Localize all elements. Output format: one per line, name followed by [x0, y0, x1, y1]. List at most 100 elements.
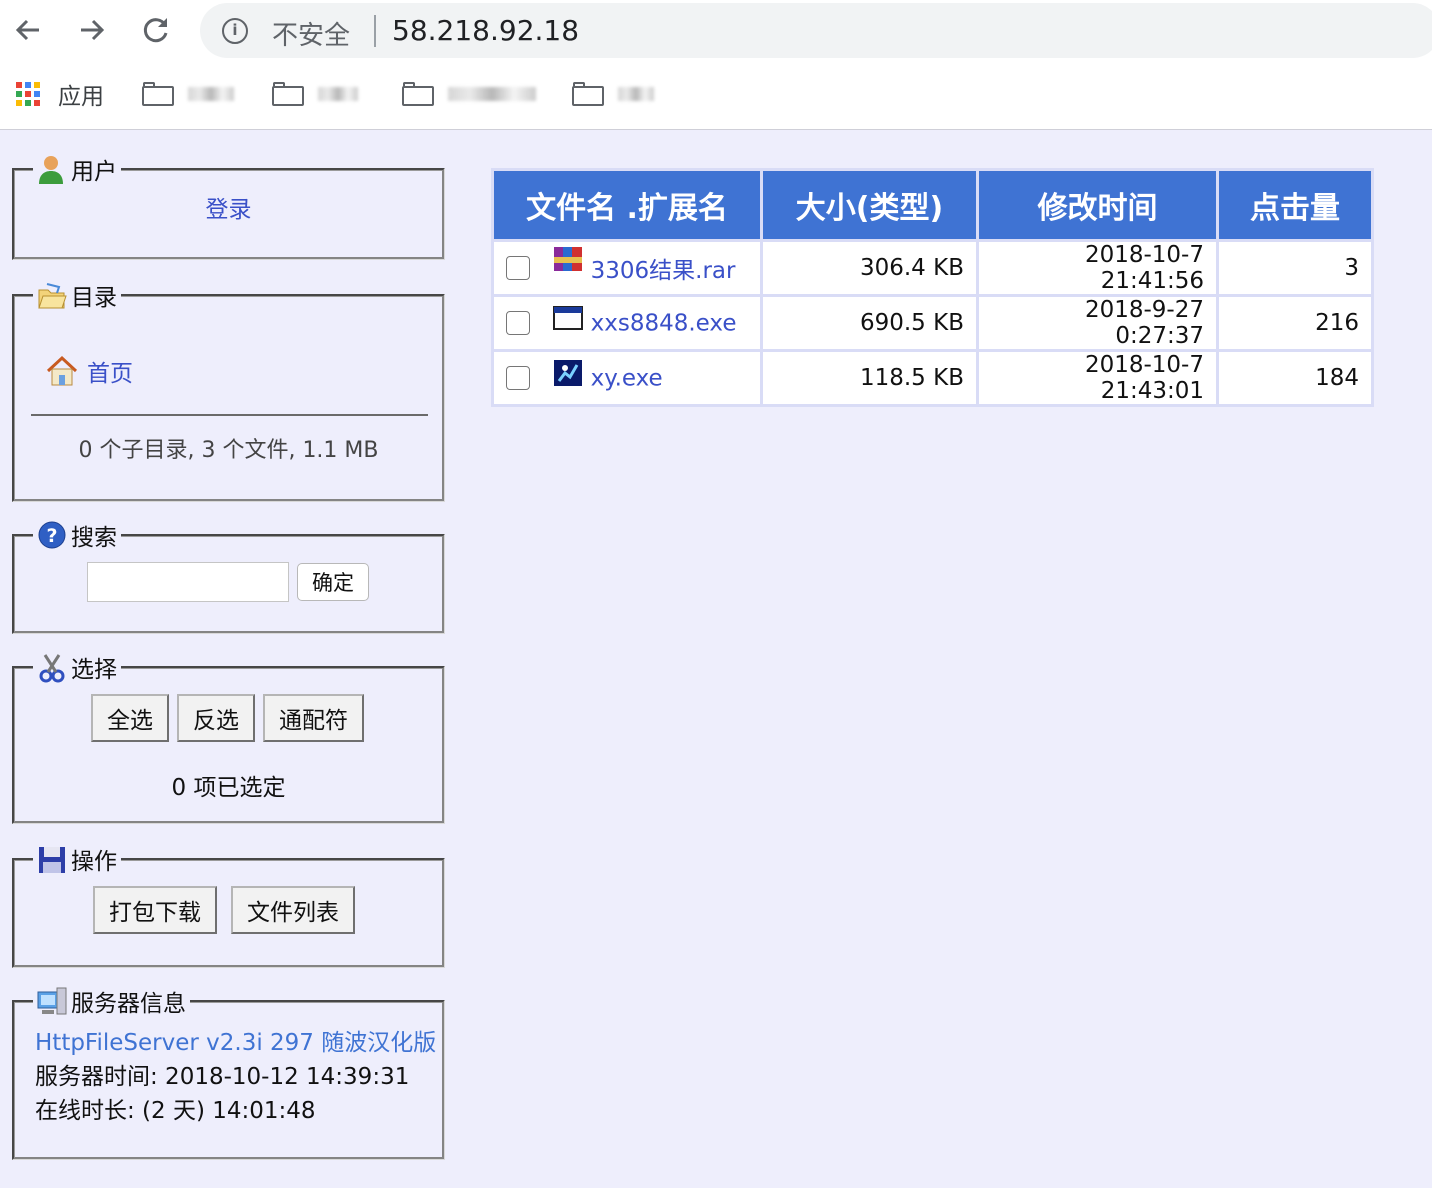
- bookmark-folder-label-redacted: [188, 87, 234, 101]
- server-uptime: 在线时长: (2 天) 14:01:48: [35, 1098, 316, 1124]
- directory-panel-label: 目录: [71, 285, 117, 311]
- file-table: 文件名 .扩展名 大小(类型) 修改时间 点击量 3306结果.rar 306.…: [491, 168, 1374, 407]
- file-size: 306.4 KB: [763, 242, 976, 294]
- bookmark-folder-label-redacted: [318, 87, 358, 101]
- bookmark-folder-label-redacted: [618, 87, 654, 101]
- apps-grid-icon: [16, 82, 40, 106]
- exe-window-icon: [553, 305, 584, 330]
- address-bar[interactable]: i 不安全 58.218.92.18: [200, 3, 1432, 58]
- omnibox-separator: [374, 15, 376, 47]
- server-version-link[interactable]: HttpFileServer v2.3i 297 随波汉化版: [35, 1030, 436, 1056]
- back-button[interactable]: [8, 10, 48, 50]
- server-info-panel-title: 服务器信息: [33, 984, 190, 1018]
- column-header-size[interactable]: 大小(类型): [763, 171, 976, 239]
- bookmark-folder-4[interactable]: [572, 78, 654, 110]
- search-input[interactable]: [87, 562, 289, 602]
- file-modified: 2018-10-7 21:41:56: [979, 242, 1216, 294]
- user-panel-label: 用户: [71, 159, 117, 185]
- search-panel: ? 搜索 确定: [12, 518, 445, 634]
- home-link[interactable]: 首页: [87, 354, 133, 388]
- bookmark-folder-label-redacted: [448, 87, 536, 101]
- svg-text:?: ?: [46, 525, 57, 547]
- actions-panel: 操作 打包下载 文件列表: [12, 842, 445, 968]
- column-header-modified[interactable]: 修改时间: [979, 171, 1216, 239]
- info-icon[interactable]: i: [222, 18, 248, 44]
- file-link[interactable]: xxs8848.exe: [591, 310, 737, 336]
- search-panel-label: 搜索: [71, 525, 117, 551]
- file-size: 690.5 KB: [763, 297, 976, 349]
- reload-icon: [143, 18, 168, 43]
- zip-download-button[interactable]: 打包下载: [93, 886, 217, 934]
- directory-panel: 目录 首页 0 个子目录, 3 个文件, 1.1 MB: [12, 278, 445, 502]
- select-all-button[interactable]: 全选: [91, 694, 169, 742]
- actions-panel-label: 操作: [71, 849, 117, 875]
- column-header-hits[interactable]: 点击量: [1219, 171, 1371, 239]
- folder-icon: [572, 82, 604, 106]
- table-row: xy.exe 118.5 KB 2018-10-7 21:43:01 184: [494, 352, 1371, 404]
- file-link[interactable]: xy.exe: [591, 365, 663, 391]
- file-modified: 2018-9-27 0:27:37: [979, 297, 1216, 349]
- file-hits: 3: [1219, 242, 1371, 294]
- folder-icon: [272, 82, 304, 106]
- login-link[interactable]: 登录: [206, 197, 252, 223]
- open-folder-icon: [38, 283, 67, 309]
- file-name-cell: xxs8848.exe: [494, 297, 760, 349]
- table-row: 3306结果.rar 306.4 KB 2018-10-7 21:41:56 3: [494, 242, 1371, 294]
- file-hits: 216: [1219, 297, 1371, 349]
- file-name-cell: xy.exe: [494, 352, 760, 404]
- invert-selection-button[interactable]: 反选: [177, 694, 255, 742]
- exe-app-icon: [554, 359, 583, 386]
- selection-status: 0 项已选定: [171, 775, 286, 801]
- folder-icon: [142, 82, 174, 106]
- browser-chrome: i 不安全 58.218.92.18 应用: [0, 0, 1432, 130]
- save-floppy-icon: [39, 847, 65, 873]
- apps-shortcut[interactable]: 应用: [16, 78, 104, 110]
- bookmark-folder-2[interactable]: [272, 78, 358, 110]
- home-item[interactable]: 首页: [45, 354, 442, 388]
- url-text[interactable]: 58.218.92.18: [392, 14, 579, 47]
- file-link[interactable]: 3306结果.rar: [591, 258, 736, 284]
- help-icon: ?: [38, 521, 66, 549]
- wildcard-button[interactable]: 通配符: [263, 694, 364, 742]
- directory-divider: [31, 414, 428, 416]
- file-list-button[interactable]: 文件列表: [231, 886, 355, 934]
- row-checkbox[interactable]: [506, 366, 530, 391]
- user-icon: [39, 156, 63, 184]
- file-size: 118.5 KB: [763, 352, 976, 404]
- rar-archive-icon: [554, 247, 583, 271]
- select-panel-label: 选择: [71, 657, 117, 683]
- file-table-header: 文件名 .扩展名 大小(类型) 修改时间 点击量: [494, 171, 1371, 239]
- column-header-name[interactable]: 文件名 .扩展名: [494, 171, 760, 239]
- arrow-right-icon: [81, 19, 105, 41]
- server-info-panel-label: 服务器信息: [71, 991, 186, 1017]
- actions-panel-title: 操作: [33, 842, 121, 876]
- server-info-panel: 服务器信息 HttpFileServer v2.3i 297 随波汉化版 服务器…: [12, 984, 445, 1160]
- row-checkbox[interactable]: [506, 256, 530, 280]
- select-panel: 选择 全选 反选 通配符 0 项已选定: [12, 650, 445, 824]
- apps-label: 应用: [58, 84, 104, 110]
- file-hits: 184: [1219, 352, 1371, 404]
- forward-button[interactable]: [72, 10, 112, 50]
- security-label: 不安全: [272, 21, 351, 51]
- file-name-cell: 3306结果.rar: [494, 242, 760, 294]
- file-modified: 2018-10-7 21:43:01: [979, 352, 1216, 404]
- bookmarks-bar: 应用: [0, 72, 1432, 116]
- bookmark-folder-3[interactable]: [402, 78, 536, 110]
- folder-icon: [402, 82, 434, 106]
- server-time: 服务器时间: 2018-10-12 14:39:31: [35, 1064, 410, 1090]
- scissors-icon: [39, 654, 65, 683]
- user-panel: 用户 登录: [12, 152, 445, 260]
- row-checkbox[interactable]: [506, 311, 530, 336]
- home-icon: [46, 355, 78, 386]
- reload-button[interactable]: [136, 10, 176, 50]
- directory-summary: 0 个子目录, 3 个文件, 1.1 MB: [78, 438, 379, 463]
- directory-panel-title: 目录: [33, 278, 121, 312]
- arrow-left-icon: [15, 19, 39, 41]
- table-row: xxs8848.exe 690.5 KB 2018-9-27 0:27:37 2…: [494, 297, 1371, 349]
- select-panel-title: 选择: [33, 650, 121, 684]
- server-computer-icon: [37, 987, 67, 1015]
- search-panel-title: ? 搜索: [33, 518, 121, 552]
- bookmark-folder-1[interactable]: [142, 78, 234, 110]
- user-panel-title: 用户: [33, 152, 121, 186]
- search-submit-button[interactable]: 确定: [297, 563, 369, 601]
